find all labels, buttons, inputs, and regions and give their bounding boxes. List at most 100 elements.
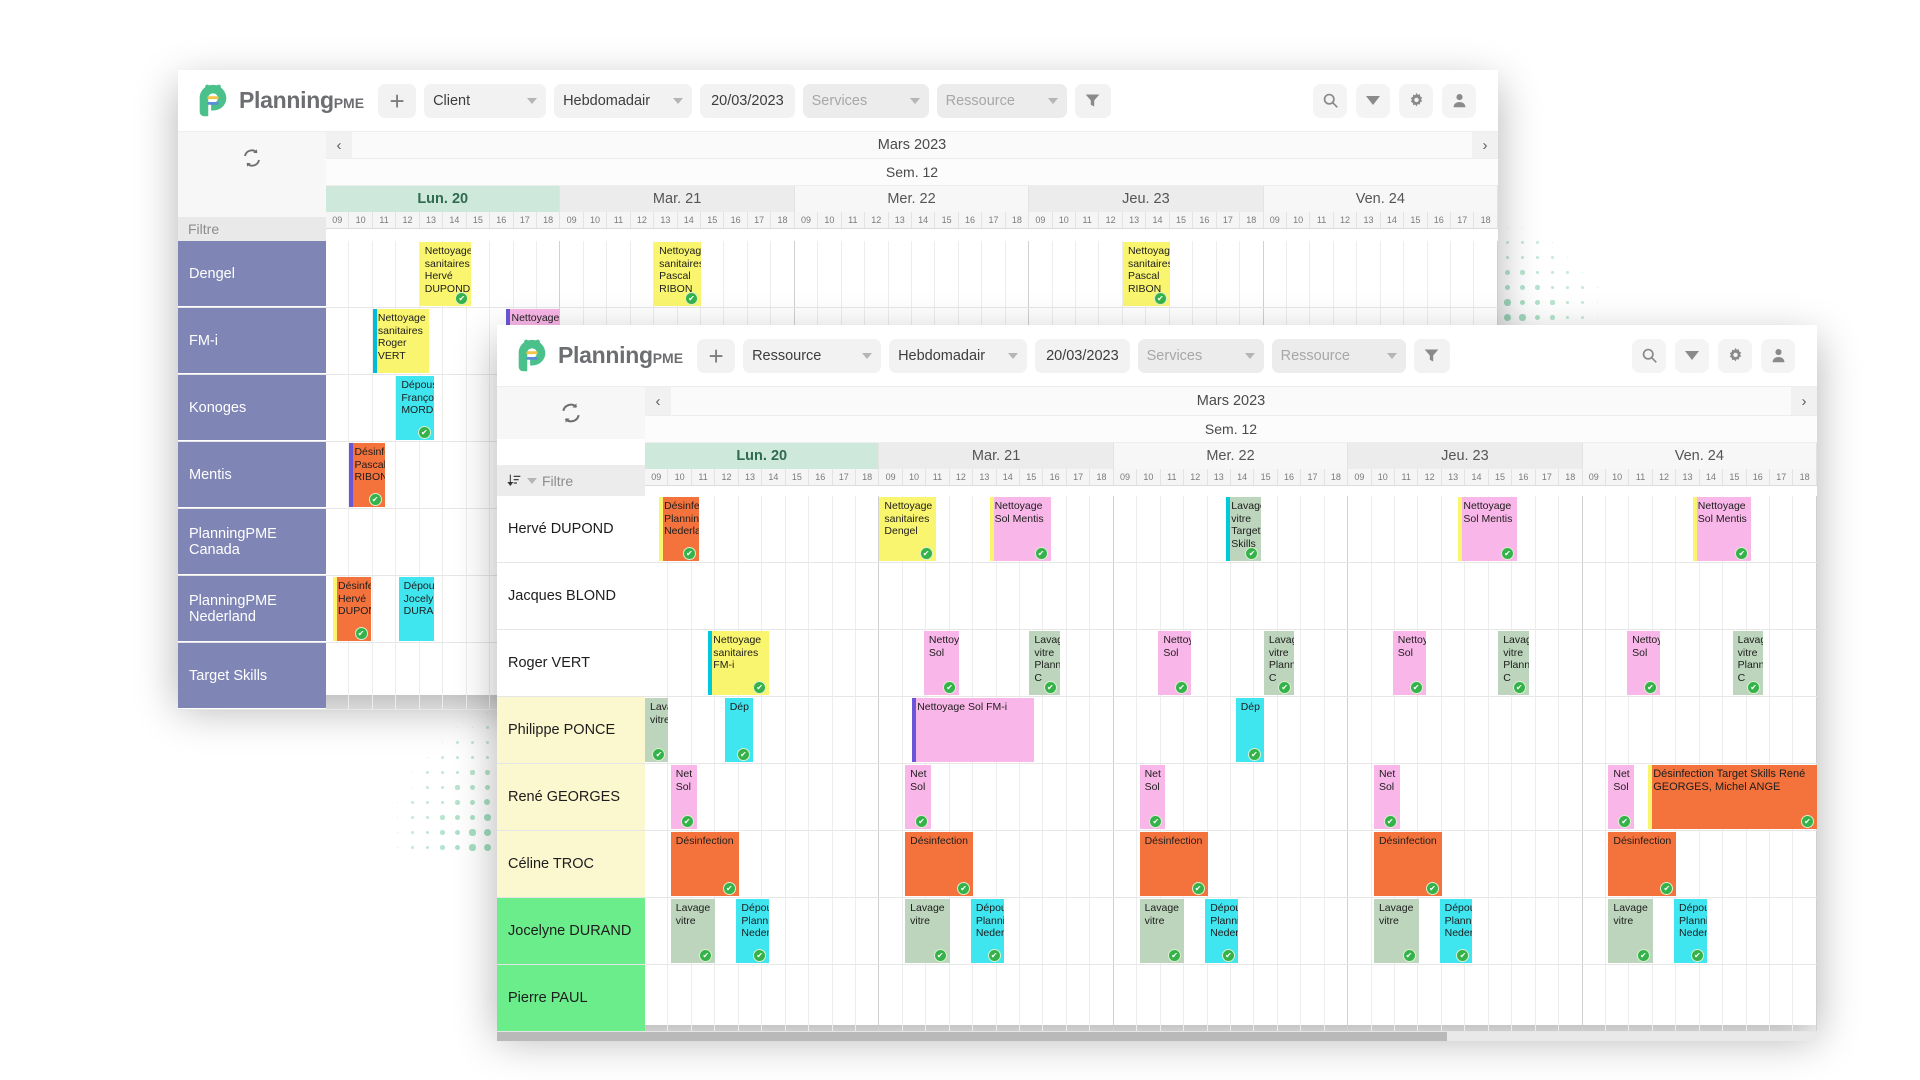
grid-cell[interactable] (1559, 697, 1583, 763)
grid-cell[interactable] (935, 241, 959, 307)
grid-cell[interactable] (856, 496, 880, 562)
grid-cell[interactable] (1747, 831, 1770, 897)
grid-cell[interactable] (1254, 965, 1278, 1031)
grid-cell[interactable] (467, 375, 491, 441)
grid-cell[interactable] (1512, 764, 1536, 830)
add-button[interactable]: + (378, 83, 417, 118)
grid-cell[interactable] (701, 241, 725, 307)
grid-cell[interactable] (771, 241, 795, 307)
calendar-event[interactable]: Net Sol ✔ (1373, 765, 1400, 829)
grid-cell[interactable] (1208, 697, 1231, 763)
grid-cell[interactable] (739, 764, 763, 830)
grid-cell[interactable] (1489, 965, 1513, 1031)
resource-label[interactable]: Pierre PAUL (497, 965, 645, 1031)
grid-cell[interactable] (997, 965, 1020, 1031)
grid-cell[interactable] (739, 831, 763, 897)
grid-cell[interactable] (1006, 241, 1030, 307)
grid-cell[interactable] (879, 965, 903, 1031)
dropdown-button[interactable] (1675, 338, 1709, 373)
grid-cell[interactable] (715, 563, 739, 629)
grid-cell[interactable] (1348, 630, 1372, 696)
grid-cell[interactable] (1193, 241, 1217, 307)
grid-cell[interactable] (1114, 697, 1138, 763)
grid-cell[interactable] (762, 563, 786, 629)
grid-cell[interactable] (950, 764, 974, 830)
grid-cell[interactable] (326, 241, 350, 307)
grid-cell[interactable] (1395, 965, 1419, 1031)
grid-cell[interactable] (1747, 697, 1770, 763)
grid-cell[interactable] (1020, 563, 1044, 629)
grid-cell[interactable] (1442, 764, 1466, 830)
grid-cell[interactable] (1770, 496, 1794, 562)
grid-cell[interactable] (762, 764, 786, 830)
grid-cell[interactable] (1770, 697, 1794, 763)
calendar-event[interactable]: Net Sol ✔ (1139, 765, 1166, 829)
grid-cell[interactable] (1067, 496, 1091, 562)
calendar-event[interactable]: Lavage vitre Target Skills✔ (1226, 497, 1262, 561)
grid-cell[interactable] (1536, 697, 1560, 763)
table-row[interactable]: Jacques BLOND (497, 563, 1817, 630)
calendar-event[interactable]: Désinfection ✔ (905, 832, 974, 896)
grid-cell[interactable] (645, 630, 669, 696)
grid-cell[interactable] (1090, 563, 1114, 629)
grid-cell[interactable] (1512, 831, 1536, 897)
grid-cell[interactable] (1418, 898, 1442, 964)
grid-cell[interactable] (1606, 697, 1630, 763)
grid-cell[interactable] (1301, 563, 1325, 629)
grid-cell[interactable] (1536, 496, 1560, 562)
grid-cell[interactable] (1536, 898, 1560, 964)
grid-cell[interactable] (1278, 965, 1302, 1031)
back-filter-input[interactable]: Filtre (178, 217, 326, 241)
calendar-event[interactable]: Lavage vitre Planning C✔ (1732, 631, 1764, 695)
grid-cell[interactable] (1512, 898, 1536, 964)
grid-cell[interactable] (1723, 563, 1747, 629)
grid-cell[interactable] (645, 563, 669, 629)
grid-cell[interactable] (1653, 898, 1677, 964)
calendar-event[interactable]: Nettoyage sanitaires Dengel ✔ (879, 497, 936, 561)
grid-cell[interactable] (373, 509, 397, 575)
grid-cell[interactable] (1489, 898, 1513, 964)
grid-cell[interactable] (1372, 496, 1395, 562)
grid-cell[interactable] (879, 697, 903, 763)
grid-cell[interactable] (1629, 496, 1653, 562)
grid-cell[interactable] (1301, 965, 1325, 1031)
grid-cell[interactable] (396, 509, 420, 575)
grid-cell[interactable] (396, 643, 420, 709)
grid-cell[interactable] (645, 831, 669, 897)
grid-cell[interactable] (349, 375, 373, 441)
resource-label[interactable]: FM-i (178, 308, 326, 374)
grid-cell[interactable] (1114, 630, 1138, 696)
resource-label[interactable]: Mentis (178, 442, 326, 508)
grid-cell[interactable] (856, 898, 880, 964)
grid-cell[interactable] (950, 563, 974, 629)
period-select[interactable]: Hebdomadair (554, 83, 693, 118)
calendar-event[interactable]: Nettoyage Sol Mentis ✔ (1458, 497, 1517, 561)
grid-cell[interactable] (1606, 496, 1630, 562)
grid-cell[interactable] (396, 442, 420, 508)
resource-label[interactable]: Dengel (178, 241, 326, 307)
table-row[interactable]: Dengel Nettoyage sanitaires Hervé DUPOND ✔… (178, 241, 1498, 308)
grid-cell[interactable] (1325, 764, 1349, 830)
grid-cell[interactable] (1357, 241, 1381, 307)
grid-cell[interactable] (1536, 965, 1560, 1031)
grid-cell[interactable] (645, 898, 669, 964)
grid-cell[interactable] (692, 965, 716, 1031)
day-header-4[interactable]: Ven. 24 (1263, 186, 1498, 212)
settings-button[interactable] (1399, 83, 1433, 118)
grid-cell[interactable] (1161, 965, 1185, 1031)
calendar-event[interactable]: Dépoussi Planning Nederlan ✔ (1205, 899, 1239, 963)
grid-cell[interactable] (373, 241, 397, 307)
grid-cell[interactable] (889, 241, 912, 307)
calendar-event[interactable]: Net Sol ✔ (1608, 765, 1635, 829)
grid-cell[interactable] (1231, 563, 1255, 629)
grid-cell[interactable] (1053, 241, 1076, 307)
grid-cell[interactable] (1512, 965, 1536, 1031)
grid-cell[interactable] (1536, 764, 1560, 830)
grid-cell[interactable] (1372, 965, 1395, 1031)
grid-cell[interactable] (1301, 764, 1325, 830)
resource-select[interactable]: Ressource (936, 83, 1067, 118)
grid-cell[interactable] (1583, 764, 1606, 830)
grid-cell[interactable] (973, 563, 997, 629)
calendar-event[interactable]: Désinfec Planning Nederla ✔ (659, 497, 699, 561)
calendar-event[interactable]: Désinfection ✔ (1139, 832, 1208, 896)
